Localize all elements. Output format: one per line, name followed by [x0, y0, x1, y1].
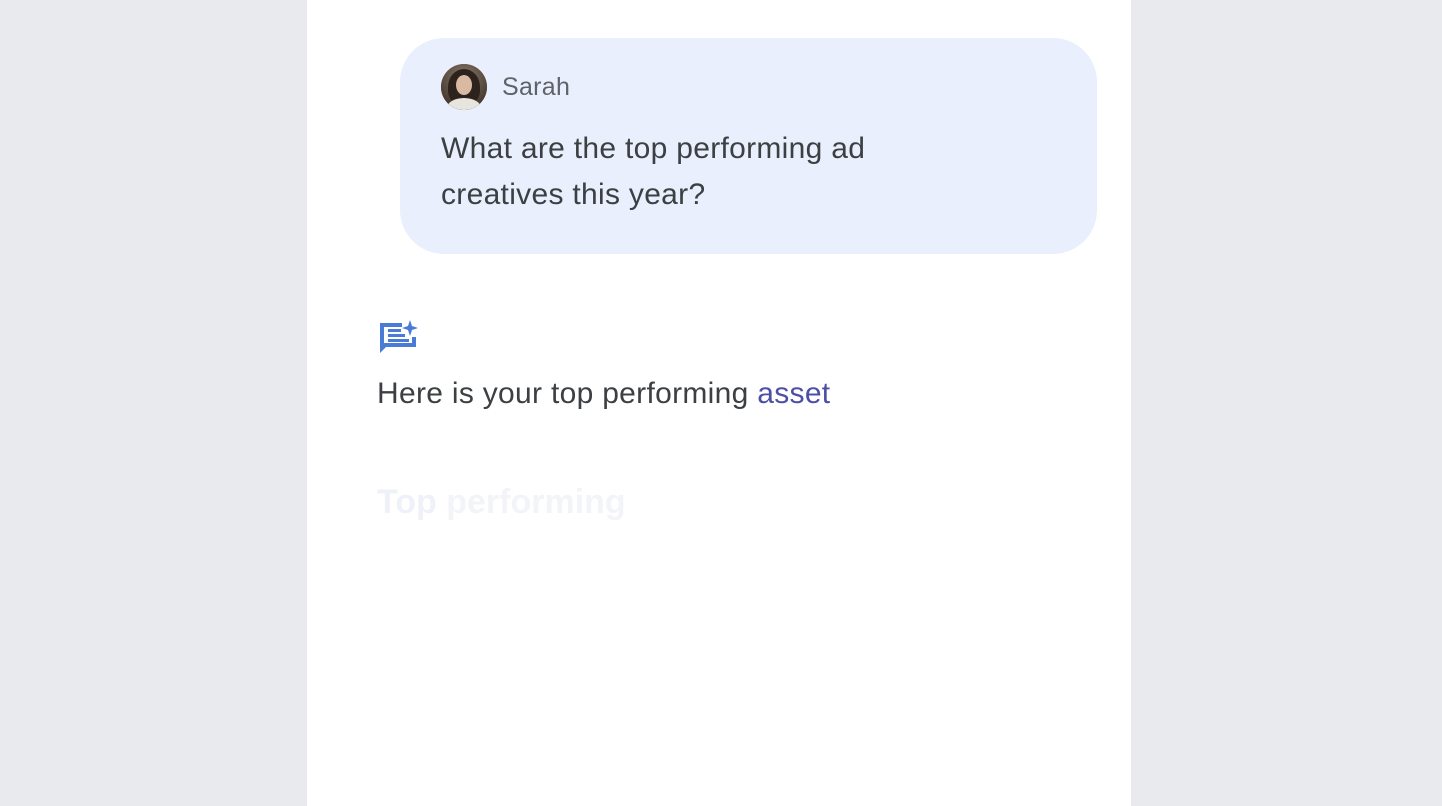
user-header: Sarah [441, 64, 570, 110]
assistant-message-text: Here is your top performing asset [377, 372, 830, 416]
user-avatar [441, 64, 487, 110]
section-title: Top performing [377, 480, 626, 524]
user-message-bubble: Sarah What are the top performing ad cre… [400, 38, 1097, 254]
screen: Sarah What are the top performing ad cre… [0, 0, 1442, 806]
chat-panel: Sarah What are the top performing ad cre… [307, 0, 1131, 806]
user-name: Sarah [502, 72, 571, 101]
section-title-part2: performing [446, 483, 626, 521]
user-message-text: What are the top performing ad creatives… [441, 132, 866, 211]
section-title-part1: Top [377, 483, 437, 521]
assistant-message-highlight: asset [757, 377, 831, 410]
sparkle-chat-icon [377, 318, 419, 358]
assistant-message-prefix: Here is your top performing [377, 377, 749, 410]
